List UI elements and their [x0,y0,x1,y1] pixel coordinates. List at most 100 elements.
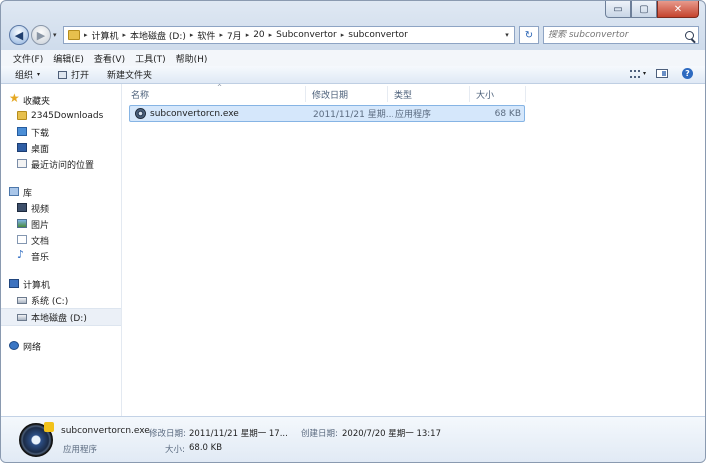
sidebar-computer[interactable]: 计算机 [1,276,121,292]
computer-icon [9,279,19,288]
details-pane: subconvertorcn.exe 修改日期: 2011/11/21 星期一 … [1,416,705,462]
folder-icon [68,30,80,40]
breadcrumb-subconvertor-current[interactable]: subconvertor [345,30,411,40]
sidebar-item-label: 本地磁盘 (D:) [31,313,87,324]
explorer-window: ▭ ▢ ✕ ◀ ▶ ▾ ▸ 计算机 ▸ 本地磁盘 (D:) ▸ 软件 ▸ 7月 … [0,0,706,463]
organize-label: 组织 [15,71,34,81]
caption-buttons: ▭ ▢ ✕ [605,1,699,18]
sidebar-item-label: 文档 [31,236,50,247]
breadcrumb-20[interactable]: 20 [250,30,267,40]
sidebar-item-documents[interactable]: 文档 [1,232,121,248]
search-box[interactable] [543,26,699,44]
file-list: 名称 ^ 修改日期 类型 大小 subconvertorcn.exe 2011/… [125,84,705,417]
sidebar-item-drive-c[interactable]: 系统 (C:) [1,292,121,308]
open-button[interactable]: 打开 [58,68,89,81]
menu-tools[interactable]: 工具(T) [135,52,166,65]
file-modified: 2011/11/21 星期... [313,110,393,120]
sidebar-item-music[interactable]: ♪ 音乐 [1,248,121,264]
breadcrumb-software[interactable]: 软件 [194,29,218,42]
column-header-type[interactable]: 类型 [388,86,470,102]
column-headers: 名称 ^ 修改日期 类型 大小 [125,84,705,102]
column-label: 大小 [476,90,495,101]
sidebar-network[interactable]: 网络 [1,338,121,354]
search-input[interactable] [548,30,678,40]
navigation-bar: ◀ ▶ ▾ ▸ 计算机 ▸ 本地磁盘 (D:) ▸ 软件 ▸ 7月 ▸ 20 ▸… [9,23,699,47]
file-size: 68 KB [494,108,521,119]
details-created-value: 2020/7/20 星期一 13:17 [342,429,441,439]
column-header-date-modified[interactable]: 修改日期 [306,86,388,102]
breadcrumb-july[interactable]: 7月 [224,29,245,42]
sidebar-item-label: 收藏夹 [23,96,51,107]
chevron-down-icon: ▾ [37,71,41,78]
column-label: 名称 [131,90,150,101]
sidebar-item-label: 桌面 [31,144,50,155]
details-modified-value: 2011/11/21 星期一 17... [189,429,288,439]
column-header-size[interactable]: 大小 [470,86,526,102]
menu-bar: 文件(F) 编辑(E) 查看(V) 工具(T) 帮助(H) [1,50,705,67]
maximize-button[interactable]: ▢ [631,1,657,18]
back-button[interactable]: ◀ [9,25,29,45]
breadcrumb-subconvertor-parent[interactable]: Subconvertor [273,30,340,40]
sidebar-item-label: 下载 [31,128,50,139]
sidebar-item-label: 库 [23,188,33,199]
sidebar-item-videos[interactable]: 视频 [1,200,121,216]
address-bar[interactable]: ▸ 计算机 ▸ 本地磁盘 (D:) ▸ 软件 ▸ 7月 ▸ 20 ▸ Subco… [63,26,515,44]
sidebar-libraries[interactable]: 库 [1,184,121,200]
menu-help[interactable]: 帮助(H) [176,52,208,65]
sidebar-item-downloads[interactable]: 下载 [1,124,121,140]
sidebar-item-label: 网络 [23,342,42,353]
breadcrumb-computer[interactable]: 计算机 [89,29,122,42]
search-icon[interactable] [685,30,694,40]
minimize-button[interactable]: ▭ [605,1,631,18]
view-options-icon[interactable] [629,69,640,78]
recent-pages-dropdown[interactable]: ▾ [53,31,57,39]
libraries-icon [9,187,19,196]
folder-icon [17,111,27,120]
chevron-down-icon[interactable]: ▾ [643,70,646,77]
drive-icon [17,314,27,321]
details-modified-label: 修改日期: [149,429,186,439]
forward-button[interactable]: ▶ [31,25,51,45]
view-controls: ▾ ? [629,68,693,79]
column-label: 修改日期 [312,90,349,101]
open-icon [58,70,68,79]
command-bar: 组织 ▾ 打开 新建文件夹 ▾ ? [1,66,705,84]
sidebar-item-label: 计算机 [23,280,51,291]
preview-pane-icon[interactable] [656,69,668,78]
navigation-pane: ★ 收藏夹 2345Downloads 下载 桌面 最近访问的位置 库 视频 图… [1,84,122,417]
sidebar-item-label: 视频 [31,204,50,215]
address-dropdown[interactable]: ▾ [500,31,514,39]
details-size-value: 68.0 KB [189,443,223,453]
sidebar-item-desktop[interactable]: 桌面 [1,140,121,156]
document-icon [17,235,27,244]
sidebar-item-pictures[interactable]: 图片 [1,216,121,232]
close-button[interactable]: ✕ [657,1,699,18]
downloads-folder-icon [17,127,27,136]
sidebar-item-label: 最近访问的位置 [31,160,95,171]
sidebar-item-label: 2345Downloads [31,111,104,121]
content-area: ★ 收藏夹 2345Downloads 下载 桌面 最近访问的位置 库 视频 图… [1,84,705,417]
details-size-label: 大小: [165,445,185,455]
details-filename: subconvertorcn.exe [61,426,150,436]
table-row[interactable]: subconvertorcn.exe 2011/11/21 星期... 应用程序… [129,105,525,122]
sidebar-item-label: 图片 [31,220,50,231]
sidebar-item-2345downloads[interactable]: 2345Downloads [1,108,121,124]
sidebar-item-drive-d[interactable]: 本地磁盘 (D:) [1,308,121,326]
menu-file[interactable]: 文件(F) [13,52,43,65]
breadcrumb-drive-d[interactable]: 本地磁盘 (D:) [127,29,189,42]
network-icon [9,341,19,350]
new-folder-button[interactable]: 新建文件夹 [107,68,152,81]
sidebar-favorites[interactable]: ★ 收藏夹 [1,91,121,108]
sidebar-item-recent-places[interactable]: 最近访问的位置 [1,156,121,172]
menu-edit[interactable]: 编辑(E) [53,52,84,65]
organize-button[interactable]: 组织 ▾ [15,68,40,81]
menu-view[interactable]: 查看(V) [94,52,125,65]
column-label: 类型 [394,90,413,101]
sort-ascending-icon: ^ [217,84,223,91]
file-name-cell: subconvertorcn.exe [135,106,305,121]
star-icon: ★ [9,91,20,105]
music-note-icon: ♪ [17,248,25,261]
column-header-name[interactable]: 名称 [125,86,306,102]
help-icon[interactable]: ? [682,68,693,79]
refresh-button[interactable]: ↻ [519,26,539,44]
